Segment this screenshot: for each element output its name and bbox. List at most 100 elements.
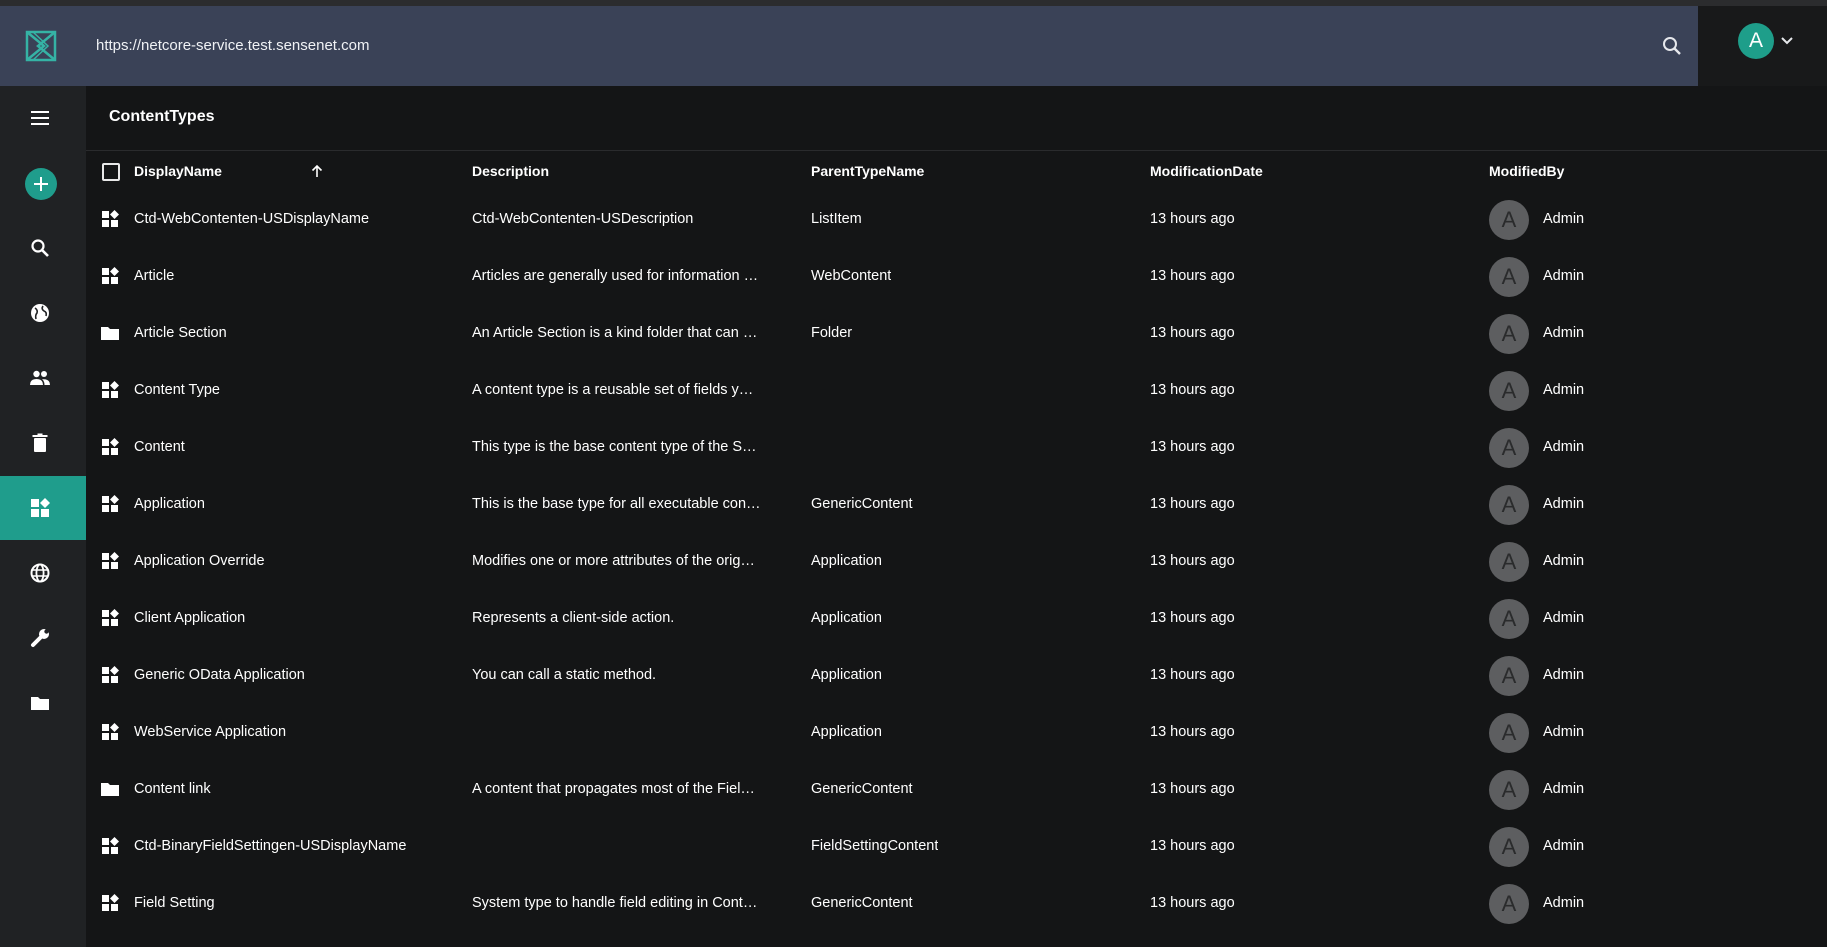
column-header-modifiedby[interactable]: ModifiedBy	[1489, 163, 1564, 179]
sidebar-item-users-groups[interactable]	[0, 346, 86, 410]
content-type-icon	[102, 894, 119, 911]
table-row[interactable]: Ctd-BinaryFieldSettingen-USDisplayName Fi…	[86, 818, 1827, 875]
cell-modificationdate: 13 hours ago	[1150, 724, 1235, 740]
repository-url[interactable]: https://netcore-service.test.sensenet.co…	[96, 37, 369, 54]
page-title: ContentTypes	[109, 108, 215, 125]
sidebar-item-localization[interactable]	[0, 541, 86, 605]
content-type-icon	[102, 210, 119, 227]
content-type-icon	[102, 495, 119, 512]
table-row[interactable]: Client Application Represents a client-si…	[86, 590, 1827, 647]
cell-modifiedby: Admin	[1543, 781, 1585, 797]
column-header-parenttypename[interactable]: ParentTypeName	[811, 163, 924, 179]
add-icon	[34, 177, 48, 191]
column-header-displayname[interactable]: DisplayName	[134, 163, 222, 179]
cell-description: A content that propagates most of the Fi…	[472, 781, 755, 797]
sidebar-item-files[interactable]	[0, 671, 86, 735]
cell-displayname[interactable]: Field Setting	[134, 895, 215, 911]
cell-displayname[interactable]: Client Application	[134, 610, 245, 626]
content-type-icon	[102, 552, 119, 569]
cell-modificationdate: 13 hours ago	[1150, 496, 1235, 512]
menu-icon	[31, 111, 49, 125]
content-type-icon	[102, 609, 119, 626]
modifier-avatar: A	[1489, 371, 1529, 411]
chevron-down-icon[interactable]	[1779, 33, 1795, 49]
sidebar-menu-toggle[interactable]	[0, 86, 86, 150]
wrench-icon	[31, 629, 49, 647]
content-type-icon	[102, 381, 119, 398]
cell-description: This is the base type for all executable…	[472, 496, 761, 512]
content-type-icon	[102, 666, 119, 683]
cell-modifiedby: Admin	[1543, 895, 1585, 911]
table-row[interactable]: Field Setting System type to handle field…	[86, 875, 1827, 932]
cell-displayname[interactable]: Content Type	[134, 382, 220, 398]
cell-modifiedby: Admin	[1543, 724, 1585, 740]
cell-modifiedby: Admin	[1543, 382, 1585, 398]
cell-modificationdate: 13 hours ago	[1150, 667, 1235, 683]
cell-modificationdate: 13 hours ago	[1150, 325, 1235, 341]
table-row[interactable]: Ctd-WebContenten-USDisplayName Ctd-WebCon…	[86, 191, 1827, 248]
cell-displayname[interactable]: Application Override	[134, 553, 265, 569]
cell-modifiedby: Admin	[1543, 211, 1585, 227]
cell-description: An Article Section is a kind folder that…	[472, 325, 758, 341]
sidebar-item-trash[interactable]	[0, 411, 86, 475]
sidebar-item-search[interactable]	[0, 216, 86, 280]
sort-ascending-icon[interactable]	[309, 163, 325, 179]
modifier-avatar: A	[1489, 542, 1529, 582]
select-all-checkbox[interactable]	[102, 163, 120, 181]
cell-description: Represents a client-side action.	[472, 610, 675, 626]
cell-description: A content type is a reusable set of fiel…	[472, 382, 754, 398]
content-type-icon	[102, 837, 119, 854]
cell-modifiedby: Admin	[1543, 496, 1585, 512]
sidebar-item-content[interactable]	[0, 281, 86, 345]
cell-modificationdate: 13 hours ago	[1150, 553, 1235, 569]
modifier-avatar: A	[1489, 428, 1529, 468]
column-header-description[interactable]: Description	[472, 163, 549, 179]
content-type-icon	[102, 723, 119, 740]
trash-icon	[32, 433, 48, 452]
user-avatar[interactable]: A	[1738, 23, 1774, 59]
folder-icon	[101, 783, 119, 796]
cell-modifiedby: Admin	[1543, 268, 1585, 284]
cell-displayname[interactable]: Content link	[134, 781, 211, 797]
add-button[interactable]	[25, 168, 57, 200]
cell-modifiedby: Admin	[1543, 553, 1585, 569]
table-row[interactable]: Content link A content that propagates mo…	[86, 761, 1827, 818]
modifier-avatar: A	[1489, 713, 1529, 753]
modifier-avatar: A	[1489, 656, 1529, 696]
cell-modifiedby: Admin	[1543, 610, 1585, 626]
cell-description: System type to handle field editing in C…	[472, 895, 758, 911]
modifier-avatar: A	[1489, 257, 1529, 297]
cell-parenttypename: Application	[811, 667, 882, 683]
content-type-icon	[102, 438, 119, 455]
cell-displayname[interactable]: Generic OData Application	[134, 667, 305, 683]
sidebar-item-setup[interactable]	[0, 606, 86, 670]
table-row[interactable]: Generic OData Application You can call a …	[86, 647, 1827, 704]
folder-icon	[31, 697, 49, 710]
cell-parenttypename: GenericContent	[811, 895, 913, 911]
cell-displayname[interactable]: Ctd-WebContenten-USDisplayName	[134, 211, 369, 227]
cell-displayname[interactable]: Ctd-BinaryFieldSettingen-USDisplayName	[134, 838, 406, 854]
search-icon[interactable]	[1660, 34, 1684, 58]
cell-modifiedby: Admin	[1543, 838, 1585, 854]
cell-modificationdate: 13 hours ago	[1150, 838, 1235, 854]
table-row[interactable]: Content This type is the base content typ…	[86, 419, 1827, 476]
table-row[interactable]: Article Articles are generally used for i…	[86, 248, 1827, 305]
cell-displayname[interactable]: Application	[134, 496, 205, 512]
cell-displayname[interactable]: Content	[134, 439, 185, 455]
modifier-avatar: A	[1489, 827, 1529, 867]
table-row[interactable]: Content Type A content type is a reusable…	[86, 362, 1827, 419]
cell-displayname[interactable]: Article Section	[134, 325, 227, 341]
cell-displayname[interactable]: Article	[134, 268, 174, 284]
table-row[interactable]: Application Override Modifies one or more…	[86, 533, 1827, 590]
sensenet-logo-icon[interactable]	[24, 28, 58, 64]
column-header-modificationdate[interactable]: ModificationDate	[1150, 163, 1263, 179]
cell-parenttypename: GenericContent	[811, 496, 913, 512]
cell-displayname[interactable]: WebService Application	[134, 724, 286, 740]
table-row[interactable]: Article Section An Article Section is a k…	[86, 305, 1827, 362]
sidebar-item-content-types[interactable]	[0, 476, 86, 540]
table-row[interactable]: Application This is the base type for all…	[86, 476, 1827, 533]
modifier-avatar: A	[1489, 599, 1529, 639]
globe-icon	[30, 563, 50, 583]
table-row[interactable]: WebService Application Application 13 hour…	[86, 704, 1827, 761]
cell-description: Articles are generally used for informat…	[472, 268, 759, 284]
